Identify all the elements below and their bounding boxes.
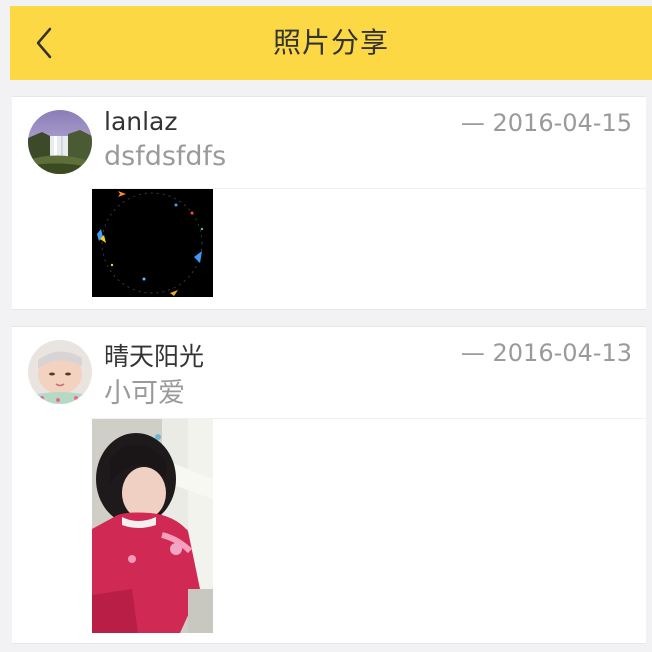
photo-share-page: 照片分享 lanlaz — 2016-04-15 dsfdsfdfs 晴天阳光 …: [0, 0, 652, 652]
feed-post: 晴天阳光 — 2016-04-13 小可爱: [12, 326, 646, 644]
user-avatar[interactable]: [28, 340, 92, 404]
child-photo-icon: [92, 419, 213, 633]
baby-photo-avatar: [28, 340, 92, 404]
post-date: — 2016-04-15: [460, 109, 632, 137]
waterfall-photo-avatar: [28, 110, 92, 174]
page-title: 照片分享: [272, 26, 389, 59]
post-caption: 小可爱: [104, 378, 185, 409]
paper-plane-image-icon: [92, 189, 213, 297]
user-avatar[interactable]: [28, 110, 92, 174]
feed-post: lanlaz — 2016-04-15 dsfdsfdfs: [12, 96, 646, 310]
post-photo[interactable]: [92, 419, 213, 633]
post-username[interactable]: lanlaz: [104, 107, 178, 136]
post-date: — 2016-04-13: [460, 339, 632, 367]
post-caption: dsfdsfdfs: [104, 141, 227, 172]
header-bar: 照片分享: [10, 6, 652, 80]
post-username[interactable]: 晴天阳光: [104, 337, 204, 373]
post-photo[interactable]: [92, 189, 213, 297]
